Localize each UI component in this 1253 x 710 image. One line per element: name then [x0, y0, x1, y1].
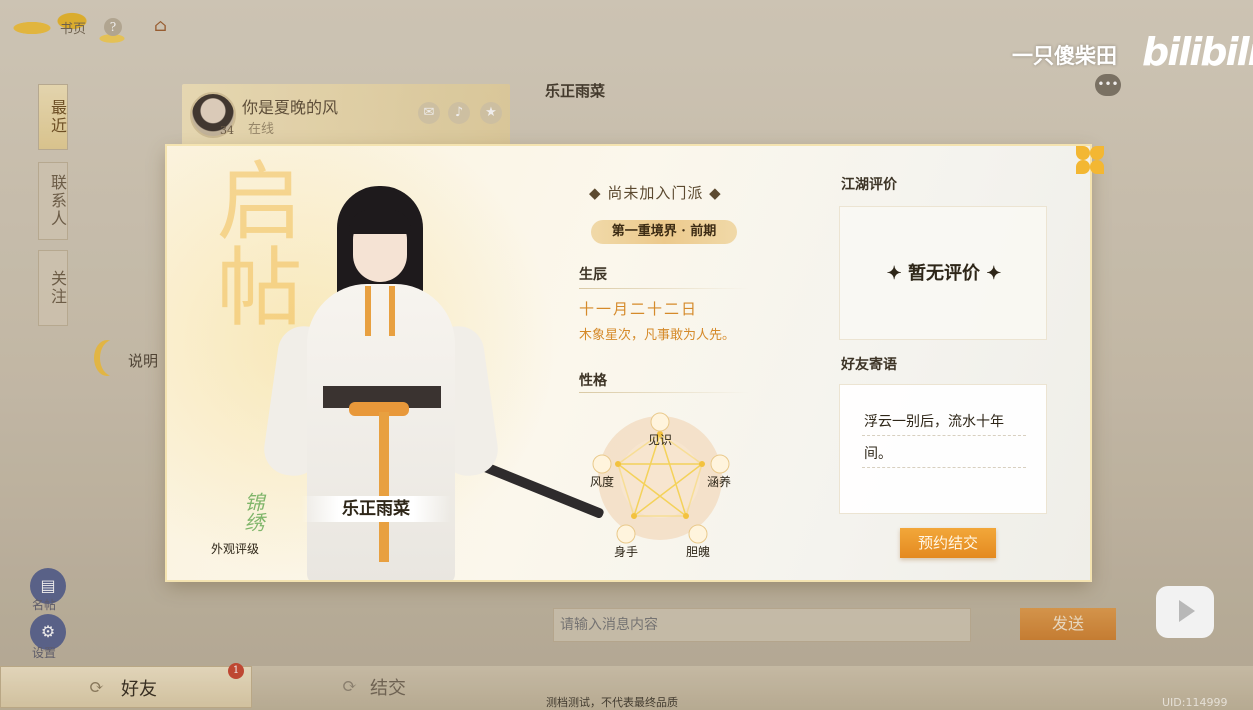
close-icon[interactable] — [1072, 142, 1108, 178]
play-icon[interactable] — [1156, 586, 1214, 638]
sect-status: ◆ 尚未加入门派 ◆ — [589, 184, 722, 202]
radar-inner-ring — [620, 438, 700, 518]
divider — [579, 288, 749, 289]
review-title: 江湖评价 — [841, 177, 897, 193]
realm-badge: 第一重境界 · 前期 — [591, 220, 737, 244]
appointment-button[interactable]: 预约结交 — [900, 528, 996, 558]
bilibili-logo: bilibili — [1142, 30, 1253, 74]
axis-label: 胆魄 — [686, 544, 710, 559]
collar — [365, 286, 395, 336]
axis-label: 涵养 — [707, 474, 731, 489]
bangs — [349, 210, 411, 234]
note-divider — [862, 435, 1026, 436]
note-title: 好友寄语 — [841, 357, 897, 373]
note-divider — [862, 467, 1026, 468]
review-box: ✦ 暂无评价 ✦ — [839, 206, 1047, 340]
appearance-rating-badge: 锦绣 — [241, 492, 265, 532]
review-value: 暂无评价 — [908, 263, 980, 284]
sash-tail — [379, 412, 389, 562]
note-box: 浮云一别后，流水十年 间。 — [839, 384, 1047, 514]
note-line: 浮云一别后，流水十年 — [864, 414, 1004, 430]
uploader-watermark: 一只傻柴田 — [1012, 44, 1117, 68]
review-text: ✦ 暂无评价 ✦ — [886, 263, 1002, 284]
axis-label: 见识 — [648, 433, 672, 447]
sect-text: 尚未加入门派 — [607, 184, 704, 202]
appearance-rating-label: 外观评级 — [211, 542, 260, 556]
birthday-date: 十一月二十二日 — [579, 300, 699, 318]
birthday-desc: 木象星次，凡事敢为人先。 — [579, 328, 736, 343]
note-line: 间。 — [864, 446, 892, 462]
axis-label: 身手 — [614, 544, 638, 559]
character-name: 乐正雨菜 — [301, 496, 451, 522]
axis-label: 风度 — [590, 474, 614, 489]
personality-radar-chart: 见识 涵养 胆魄 身手 风度 — [590, 412, 731, 559]
profile-modal: 启帖 锦绣 外观评级 乐正雨菜 ◆ 尚未加入门派 ◆ 第一重境界 · 前期 生辰… — [167, 146, 1090, 580]
birthday-title: 生辰 — [579, 267, 607, 283]
